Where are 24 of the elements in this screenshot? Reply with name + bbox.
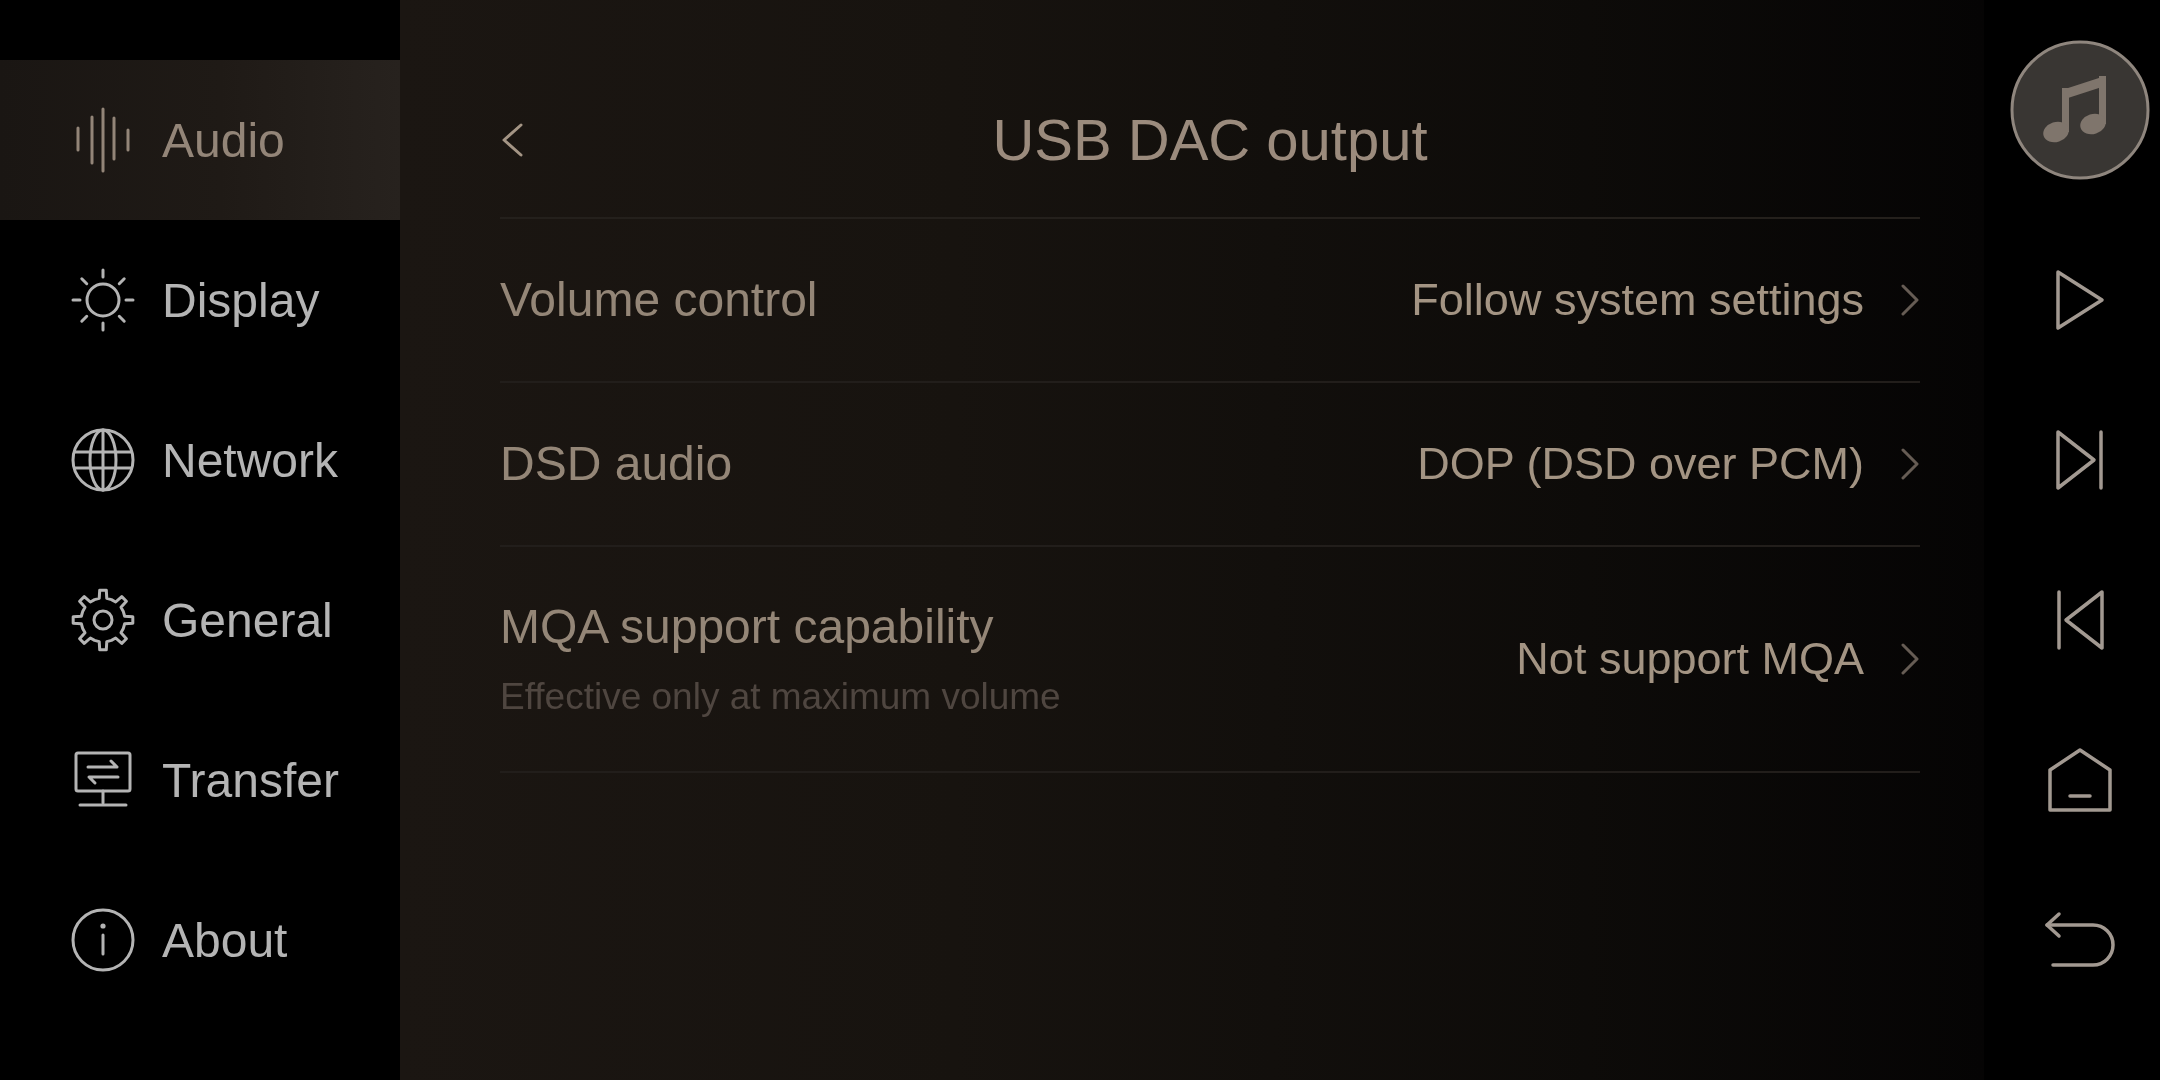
setting-value[interactable]: DOP (DSD over PCM) (1417, 436, 1864, 492)
sidebar-item[interactable]: General (0, 540, 400, 700)
sidebar-item[interactable]: Transfer (0, 700, 400, 860)
chevron-left-icon[interactable] (500, 122, 524, 157)
setting-label: DSD audio (500, 436, 733, 492)
setting-value[interactable]: Follow system settings (1411, 272, 1864, 328)
music-note-icon[interactable] (2010, 40, 2150, 180)
sidebar-item[interactable]: Display (0, 220, 400, 380)
gear-icon (70, 587, 136, 653)
sidebar-item[interactable]: About (0, 860, 400, 1020)
info-icon (70, 907, 136, 973)
setting-label: Volume control (500, 272, 818, 328)
setting-value[interactable]: Not support MQA (1516, 631, 1864, 687)
chevron-right-icon[interactable] (1900, 284, 1920, 316)
chevron-right-icon[interactable] (1900, 643, 1920, 675)
sun-icon (70, 267, 136, 333)
sidebar-item[interactable]: Audio (0, 60, 400, 220)
setting-label: MQA support capability (500, 599, 994, 655)
sidebar-item[interactable]: Network (0, 380, 400, 540)
globe-icon (70, 427, 136, 493)
return-arrow-icon[interactable] (2043, 911, 2117, 969)
page-title: USB DAC output (992, 106, 1428, 173)
chevron-right-icon[interactable] (1900, 448, 1920, 480)
house-icon[interactable] (2046, 746, 2114, 814)
